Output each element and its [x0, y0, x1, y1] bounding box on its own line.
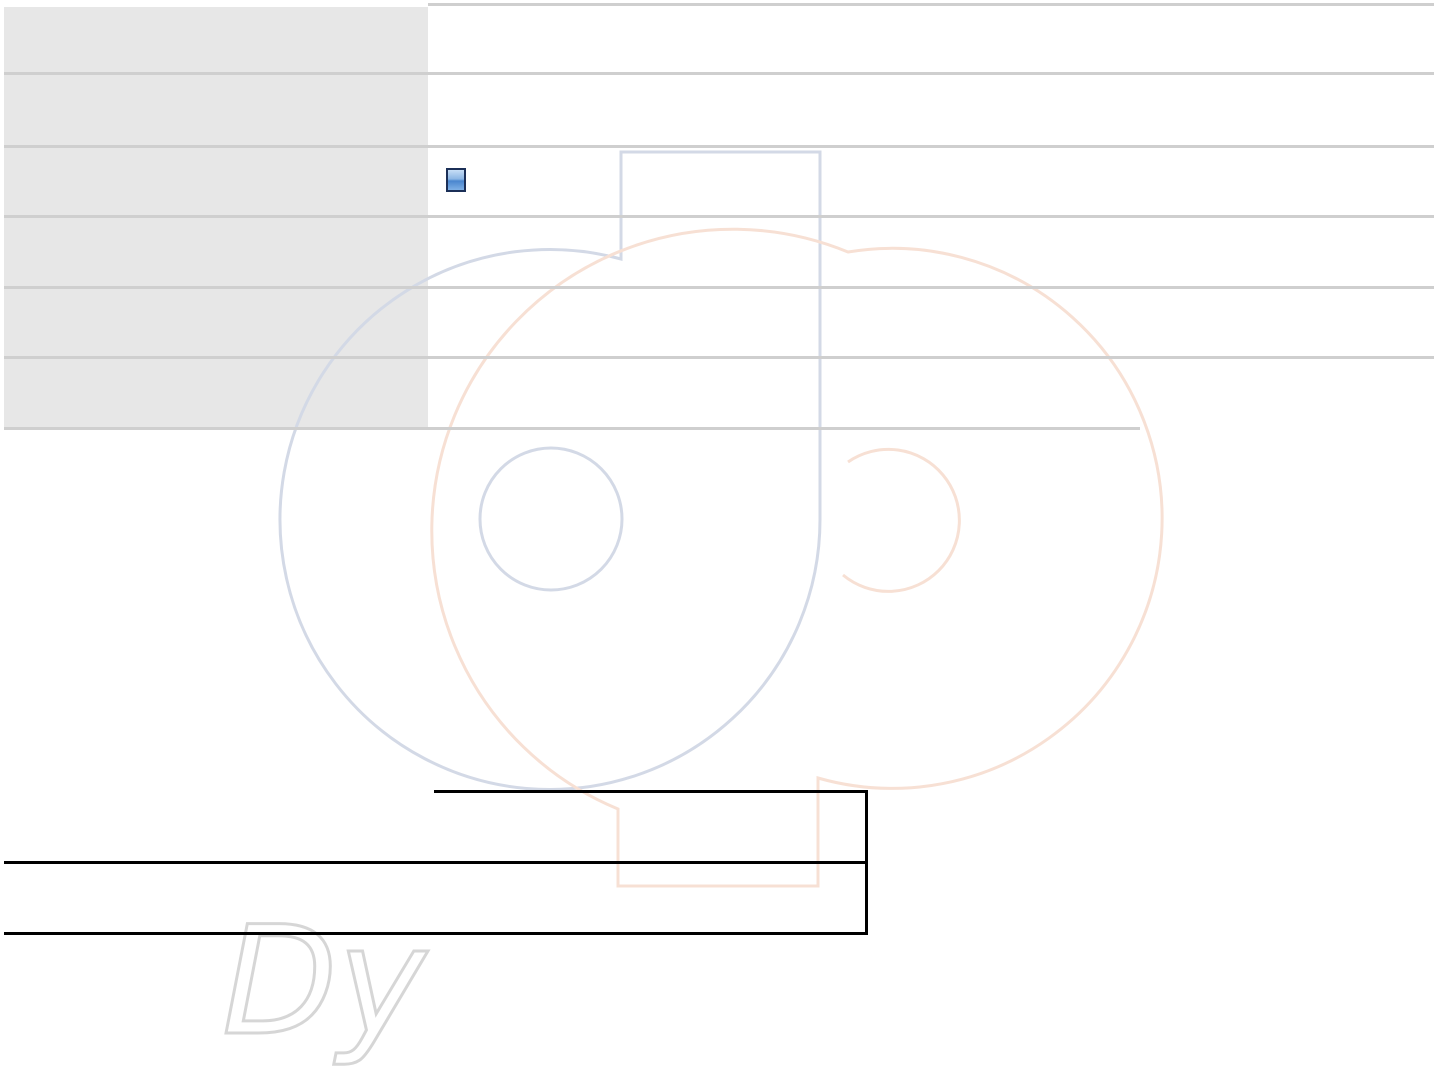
table-divider	[4, 427, 1140, 430]
row-label	[4, 359, 428, 427]
extra-cell	[1287, 7, 1432, 75]
row-label	[4, 76, 428, 144]
form-page: Dy	[0, 0, 1448, 1085]
row-checkbox[interactable]	[446, 168, 466, 192]
row-value-field[interactable]	[428, 76, 1138, 144]
row-label	[4, 289, 428, 357]
row-value-field[interactable]	[428, 7, 1138, 75]
row-value-field[interactable]	[428, 359, 1138, 427]
row-value-field	[428, 148, 1138, 216]
bottom-box-field[interactable]	[434, 793, 865, 861]
box-border-bottom	[4, 932, 868, 935]
extra-cell	[1139, 7, 1284, 75]
row-value-field[interactable]	[428, 289, 1138, 357]
bottom-box-field[interactable]	[4, 864, 865, 932]
row-label	[4, 7, 428, 75]
table-divider	[428, 3, 1434, 6]
row-value-field[interactable]	[428, 218, 1138, 286]
row-label	[4, 218, 428, 286]
row-label	[4, 148, 428, 216]
